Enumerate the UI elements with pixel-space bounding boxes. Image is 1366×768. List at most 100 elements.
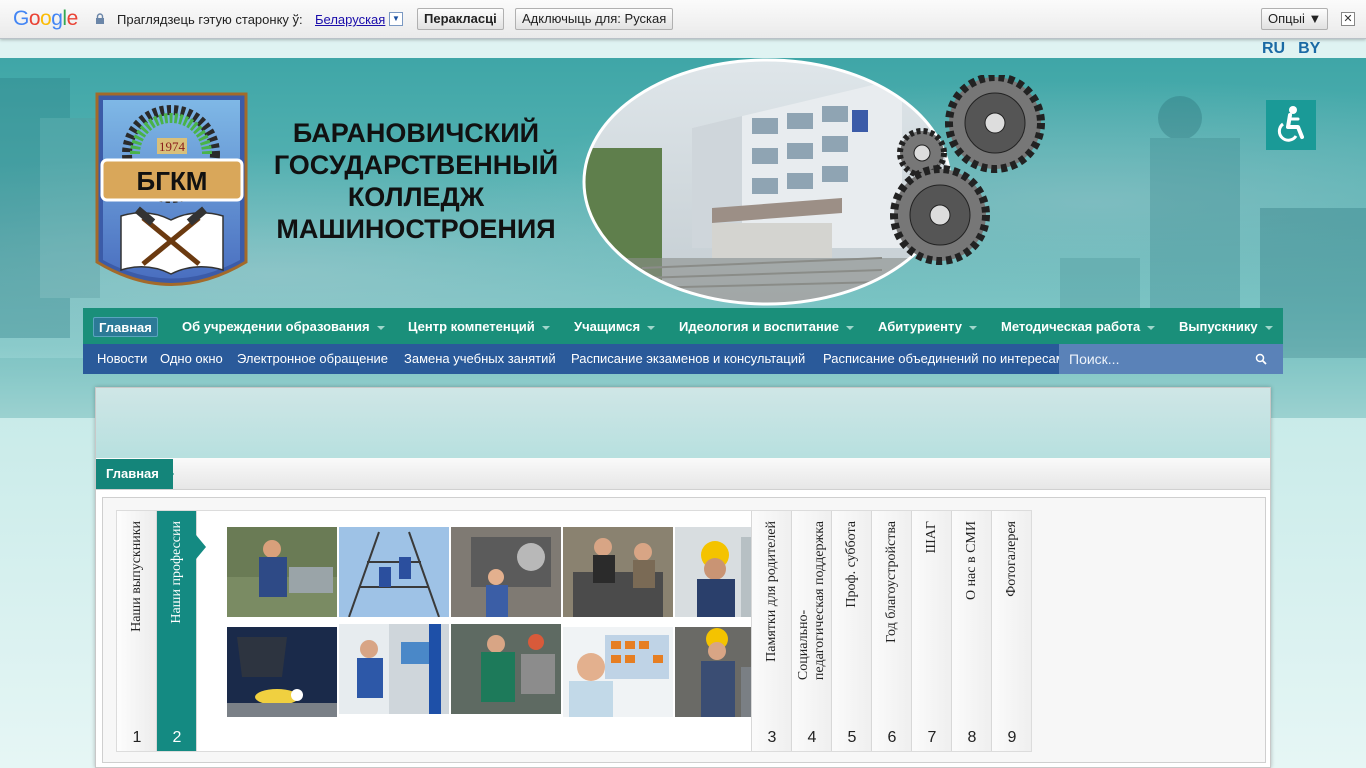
accordion-tab-label: Проф. суббота	[843, 521, 859, 608]
secondary-navigation: Новости Одно окно Электронное обращение …	[83, 344, 1283, 374]
main-navigation: Главная Об учреждении образования Центр …	[83, 308, 1283, 345]
college-emblem: 1974 БГКМ	[95, 92, 248, 286]
accordion-tab-label: Наши профессии	[168, 521, 184, 624]
accordion-tab-parents-memo[interactable]: Памятки для родителей 3	[751, 511, 791, 751]
college-title: БАРАНОВИЧСКИЙ ГОСУДАРСТВЕННЫЙ КОЛЛЕДЖ МА…	[258, 117, 574, 245]
translate-button[interactable]: Перакласці	[417, 8, 504, 30]
emblem-year: 1974	[159, 139, 186, 154]
accordion-tab-number: 7	[927, 729, 937, 746]
title-line: МАШИНОСТРОЕНИЯ	[276, 214, 556, 244]
accordion-tab-number: 1	[132, 729, 142, 746]
accordion-tab-label: Памятки для родителей	[763, 521, 779, 662]
accordion-tab-media[interactable]: О нас в СМИ 8	[951, 511, 991, 751]
nav-methodical-work[interactable]: Методическая работа	[1001, 308, 1156, 345]
title-line: ГОСУДАРСТВЕННЫЙ	[273, 150, 559, 180]
accordion-tab-prof-saturday[interactable]: Проф. суббота 5	[831, 511, 871, 751]
breadcrumb-arrow-icon	[160, 459, 174, 489]
close-icon[interactable]: ✕	[1341, 12, 1355, 26]
subnav-electronic-appeal[interactable]: Электронное обращение	[237, 344, 388, 374]
nav-label: Идеология и воспитание	[679, 319, 840, 334]
translate-options-button[interactable]: Опцыі ▼	[1261, 8, 1329, 30]
accordion-tab-number: 8	[967, 729, 977, 746]
accordion-tab-label: О нас в СМИ	[963, 521, 979, 601]
nav-competence-center[interactable]: Центр компетенций	[408, 308, 550, 345]
accordion-tab-number: 5	[847, 729, 857, 746]
translate-language-link[interactable]: Беларуская	[315, 12, 385, 27]
photo-electrical-panel[interactable]	[675, 527, 751, 617]
accordion-tab-label: Фотогалерея	[1003, 521, 1019, 597]
accordion-frame: Наши выпускники 1 Наши профессии 2 Памят…	[102, 497, 1266, 763]
subnav-class-replacement[interactable]: Замена учебных занятий	[404, 344, 556, 374]
subnav-exam-schedule[interactable]: Расписание экзаменов и консультаций	[571, 344, 805, 374]
photo-lathe-operator[interactable]	[227, 527, 337, 617]
title-line: БАРАНОВИЧСКИЙ	[292, 118, 540, 148]
photo-welder[interactable]	[227, 627, 337, 717]
content-banner	[96, 388, 1270, 458]
photo-worker-green[interactable]	[451, 624, 561, 714]
accordion-tab-professions[interactable]: Наши профессии 2	[157, 511, 197, 751]
professions-photo-grid	[227, 527, 751, 719]
subnav-clubs-schedule[interactable]: Расписание объединений по интересам	[823, 344, 1059, 374]
accordion-tab-number: 3	[767, 729, 777, 746]
photo-computer-operator[interactable]	[563, 627, 673, 717]
subnav-one-window[interactable]: Одно окно	[160, 344, 223, 374]
subnav-news[interactable]: Новости	[97, 344, 147, 374]
lock-icon	[96, 13, 104, 24]
nav-applicants[interactable]: Абитуриенту	[878, 308, 977, 345]
content-panel: Главная Наши выпускники 1 Наши профессии…	[95, 387, 1271, 768]
search-box	[1059, 344, 1283, 374]
photo-cnc-operator[interactable]	[339, 624, 449, 714]
photo-electrician-tower[interactable]	[339, 527, 449, 617]
chevron-down-icon	[846, 325, 855, 330]
nav-label: Методическая работа	[1001, 319, 1141, 334]
chevron-down-icon	[1264, 325, 1273, 330]
accordion-tab-improvement-year[interactable]: Год благоустройства 6	[871, 511, 911, 751]
nav-label: Учащимся	[574, 319, 641, 334]
accordion-slider: Наши выпускники 1 Наши профессии 2 Памят…	[116, 510, 1032, 752]
translate-prompt: Праглядзець гэтую старонку ў:	[117, 12, 303, 27]
gears-icon	[890, 75, 1045, 265]
nav-home[interactable]: Главная	[93, 317, 158, 337]
nav-label: Центр компетенций	[408, 319, 535, 334]
accessibility-icon[interactable]	[1266, 100, 1316, 150]
search-icon[interactable]	[1255, 353, 1267, 365]
photo-mechanic-helmet[interactable]	[675, 627, 751, 717]
accordion-tab-number: 6	[887, 729, 897, 746]
nav-graduates[interactable]: Выпускнику	[1179, 308, 1273, 345]
accordion-tab-graduates[interactable]: Наши выпускники 1	[117, 511, 157, 751]
nav-label: Об учреждении образования	[182, 319, 370, 334]
chevron-down-icon	[541, 325, 550, 330]
active-tab-arrow-icon	[196, 535, 206, 559]
accordion-tab-label: Год благоустройства	[883, 521, 899, 643]
chevron-down-icon	[647, 325, 656, 330]
disable-translate-button[interactable]: Адключыць для: Руская	[515, 8, 674, 30]
accordion-tab-label: ШАГ	[923, 521, 939, 554]
photo-engine-repair[interactable]	[563, 527, 673, 617]
accordion-tab-number: 2	[172, 729, 182, 746]
lang-ru-link[interactable]: RU	[1262, 40, 1285, 57]
photo-auto-mechanic[interactable]	[451, 527, 561, 617]
lang-by-link[interactable]: BY	[1298, 40, 1320, 57]
accordion-tab-number: 4	[807, 729, 817, 746]
accordion-tab-label: Социально- педагогическая поддержка	[795, 521, 827, 681]
nav-ideology[interactable]: Идеология и воспитание	[679, 308, 855, 345]
search-input[interactable]	[1069, 349, 1249, 369]
accordion-tab-label: Наши выпускники	[128, 521, 144, 632]
accordion-tab-number: 9	[1007, 729, 1017, 746]
chevron-down-icon	[968, 325, 977, 330]
nav-about[interactable]: Об учреждении образования	[182, 308, 385, 345]
google-logo: Google	[13, 7, 78, 30]
nav-label: Абитуриенту	[878, 319, 962, 334]
chevron-down-icon	[376, 325, 385, 330]
accordion-tab-photo-gallery[interactable]: Фотогалерея 9	[991, 511, 1031, 751]
title-line: КОЛЛЕДЖ	[347, 182, 485, 212]
nav-label: Выпускнику	[1179, 319, 1258, 334]
language-dropdown-icon[interactable]: ▼	[389, 12, 403, 26]
nav-students[interactable]: Учащимся	[574, 308, 656, 345]
chevron-down-icon	[1147, 325, 1156, 330]
accordion-tab-shag[interactable]: ШАГ 7	[911, 511, 951, 751]
translate-bar: Google Праглядзець гэтую старонку ў: Бел…	[0, 0, 1366, 39]
breadcrumb: Главная	[96, 458, 1270, 490]
emblem-abbr: БГКМ	[137, 166, 208, 196]
accordion-tab-social-support[interactable]: Социально- педагогическая поддержка 4	[791, 511, 831, 751]
